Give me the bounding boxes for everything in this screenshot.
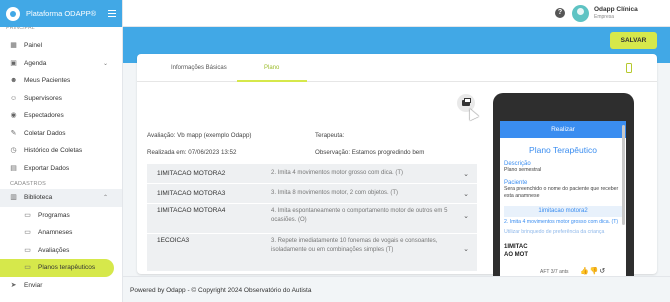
goal-name: 1IMITACAO MOTORA2 xyxy=(157,170,226,177)
evaluation-info: Avaliação: Vb mapp (exemplo Odapp) xyxy=(147,132,252,139)
therapist-info: Terapeuta: xyxy=(315,132,345,139)
calendar-icon: ▣ xyxy=(10,59,17,67)
sidebar-item-label: Biblioteca xyxy=(24,194,53,202)
top-bar: ? Odapp Clínica Empresa xyxy=(123,0,670,27)
sidebar-item-label: Painel xyxy=(24,42,43,50)
goal-description: 4. Imita espontaneamente o comportamento… xyxy=(271,208,448,223)
table-row[interactable]: 1ECOICA3 3. Repete imediatamente 10 fone… xyxy=(147,234,477,272)
sidebar-item-label: Avaliações xyxy=(38,246,70,254)
sidebar-item-biblioteca[interactable]: ▥ Biblioteca ⌃ xyxy=(0,189,122,207)
pencil-icon: ✎ xyxy=(10,129,17,137)
sidebar-item-label: Agenda xyxy=(24,59,47,67)
sidebar-item-planos-terapeuticos[interactable]: ▭ Planos terapêuticos xyxy=(0,259,114,277)
performed-date: Realizada em: 07/06/2023 13:52 xyxy=(147,149,237,156)
sidebar-item-enviar[interactable]: ➤ Enviar xyxy=(0,277,122,295)
sidebar-item-programas[interactable]: ▭ Programas xyxy=(0,207,122,225)
chevron-down-icon: ⌄ xyxy=(102,60,108,67)
goal-list: 1IMITACAO MOTORA2 2. Imita 4 movimentos … xyxy=(147,164,477,272)
preview-goal-hint: Utilizar brinquedo de preferência da cri… xyxy=(504,229,605,235)
table-row[interactable]: 1IMITACAO MOTORA3 3. Imita 8 movimentos … xyxy=(147,184,477,204)
sidebar-item-avaliacoes[interactable]: ▭ Avaliações xyxy=(0,242,122,260)
goal-name: 1ECOICA3 xyxy=(157,237,190,244)
preview-goal-text: 2. Imita 4 movimentos motor grosso com d… xyxy=(504,219,619,225)
table-row[interactable]: 1IMITACAO MOTORA4 4. Imita espontaneamen… xyxy=(147,204,477,234)
sidebar-item-agenda[interactable]: ▣ Agenda ⌄ xyxy=(0,55,122,73)
chevron-down-icon[interactable]: ⌄ xyxy=(463,212,469,220)
user-role: Empresa xyxy=(594,14,615,20)
goal-description: 3. Repete imediatamente 10 fonemas de vo… xyxy=(271,238,438,253)
goal-description: 3. Imita 8 movimentos motor, 2 com objet… xyxy=(271,190,399,196)
preview-scrollbar[interactable] xyxy=(622,125,625,225)
sidebar-item-espectadores[interactable]: ◉ Espectadores xyxy=(0,107,122,125)
chevron-down-icon[interactable]: ⌄ xyxy=(463,245,469,253)
preview-actions[interactable]: 👍👎↺ xyxy=(580,267,606,275)
goal-description: 2. Imita 4 movimentos motor grosso com d… xyxy=(271,170,404,176)
brand-name: Plataforma ODAPP® xyxy=(26,9,97,18)
sidebar-item-supervisores[interactable]: ☺ Supervisores xyxy=(0,90,122,108)
sidebar-item-label: Supervisores xyxy=(24,94,62,102)
chevron-down-icon[interactable]: ⌄ xyxy=(463,170,469,178)
doc-icon: ▭ xyxy=(24,246,31,254)
avatar[interactable] xyxy=(572,5,589,22)
history-icon: ◷ xyxy=(10,147,17,155)
section-label-cadastros: CADASTROS xyxy=(10,181,47,187)
save-button[interactable]: SALVAR xyxy=(610,32,657,49)
tab-informacoes-basicas[interactable]: Informações Básicas xyxy=(171,65,227,71)
printer-icon xyxy=(462,97,471,106)
sidebar-item-meus-pacientes[interactable]: ☻ Meus Pacientes xyxy=(0,72,122,90)
sidebar-item-historico-de-coletas[interactable]: ◷ Histórico de Coletas xyxy=(0,142,122,160)
sidebar-item-label: Histórico de Coletas xyxy=(24,147,83,155)
footer: Powered by Odapp - © Copyright 2024 Obse… xyxy=(123,276,670,302)
export-icon: ▤ xyxy=(10,164,17,172)
sidebar-item-painel[interactable]: ▦ Painel xyxy=(0,37,122,55)
preview-goal-name: 1IMITAC AO MOT xyxy=(504,244,528,258)
sidebar-item-label: Anamneses xyxy=(38,229,73,237)
sidebar-item-coletar-dados[interactable]: ✎ Coletar Dados xyxy=(0,125,122,143)
preview-goal-small: AFT 3/7 ants xyxy=(540,269,569,275)
brand-logo-icon xyxy=(6,6,20,21)
book-icon: ▥ xyxy=(10,194,17,202)
goal-name: 1IMITACAO MOTORA4 xyxy=(157,207,226,214)
sidebar-item-label: Meus Pacientes xyxy=(24,77,71,85)
sidebar-item-anamneses[interactable]: ▭ Anamneses xyxy=(0,224,122,242)
tab-plano[interactable]: Plano xyxy=(264,65,279,71)
doc-icon: ▭ xyxy=(24,229,31,237)
phone-screen: Realizar Plano Terapêutico Descrição Pla… xyxy=(500,121,626,281)
chevron-up-icon: ⌃ xyxy=(102,195,108,202)
active-tab-indicator xyxy=(237,80,307,82)
sidebar-item-label: Planos terapêuticos xyxy=(38,264,96,272)
sidebar-item-label: Enviar xyxy=(24,281,43,289)
doc-icon: ▭ xyxy=(24,211,31,219)
preview-goal-title: 1imitacao motora2 xyxy=(504,206,622,217)
grid-icon: ▦ xyxy=(10,42,17,50)
table-row[interactable]: 1IMITACAO MOTORA2 2. Imita 4 movimentos … xyxy=(147,164,477,184)
eye-icon: ◉ xyxy=(10,112,17,120)
send-icon: ➤ xyxy=(10,281,17,289)
users-icon: ☻ xyxy=(10,77,18,85)
goal-name: 1IMITACAO MOTORA3 xyxy=(157,190,226,197)
help-icon[interactable]: ? xyxy=(555,8,565,18)
chevron-down-icon[interactable]: ⌄ xyxy=(463,190,469,198)
sidebar-item-label: Programas xyxy=(38,211,70,219)
phone-preview-icon[interactable] xyxy=(626,63,632,73)
user-name[interactable]: Odapp Clínica xyxy=(594,6,638,13)
sidebar-item-exportar-dados[interactable]: ▤ Exportar Dados xyxy=(0,160,122,178)
sidebar-item-label: Espectadores xyxy=(24,112,64,120)
preview-header[interactable]: Realizar xyxy=(500,121,626,138)
sidebar-item-label: Coletar Dados xyxy=(24,129,66,137)
supervisor-icon: ☺ xyxy=(10,94,18,102)
section-label-cut: PRINCIPAL xyxy=(6,27,35,31)
doc-icon: ▭ xyxy=(24,264,31,272)
tab-bar: Informações Básicas Plano xyxy=(137,54,657,82)
brand-bar: Plataforma ODAPP® xyxy=(0,0,122,27)
hamburger-menu-icon[interactable] xyxy=(108,10,116,17)
preview-description-text: Plano semestral xyxy=(504,167,542,173)
sidebar-item-label: Exportar Dados xyxy=(24,164,70,172)
observation-info: Observação: Estamos progredindo bem xyxy=(315,149,425,156)
sidebar: Plataforma ODAPP® PRINCIPAL ▦ Painel ▣ A… xyxy=(0,0,123,302)
preview-title: Plano Terapêutico xyxy=(529,145,597,155)
preview-patient-text: Sera preenchido o nome do paciente que r… xyxy=(504,186,619,199)
